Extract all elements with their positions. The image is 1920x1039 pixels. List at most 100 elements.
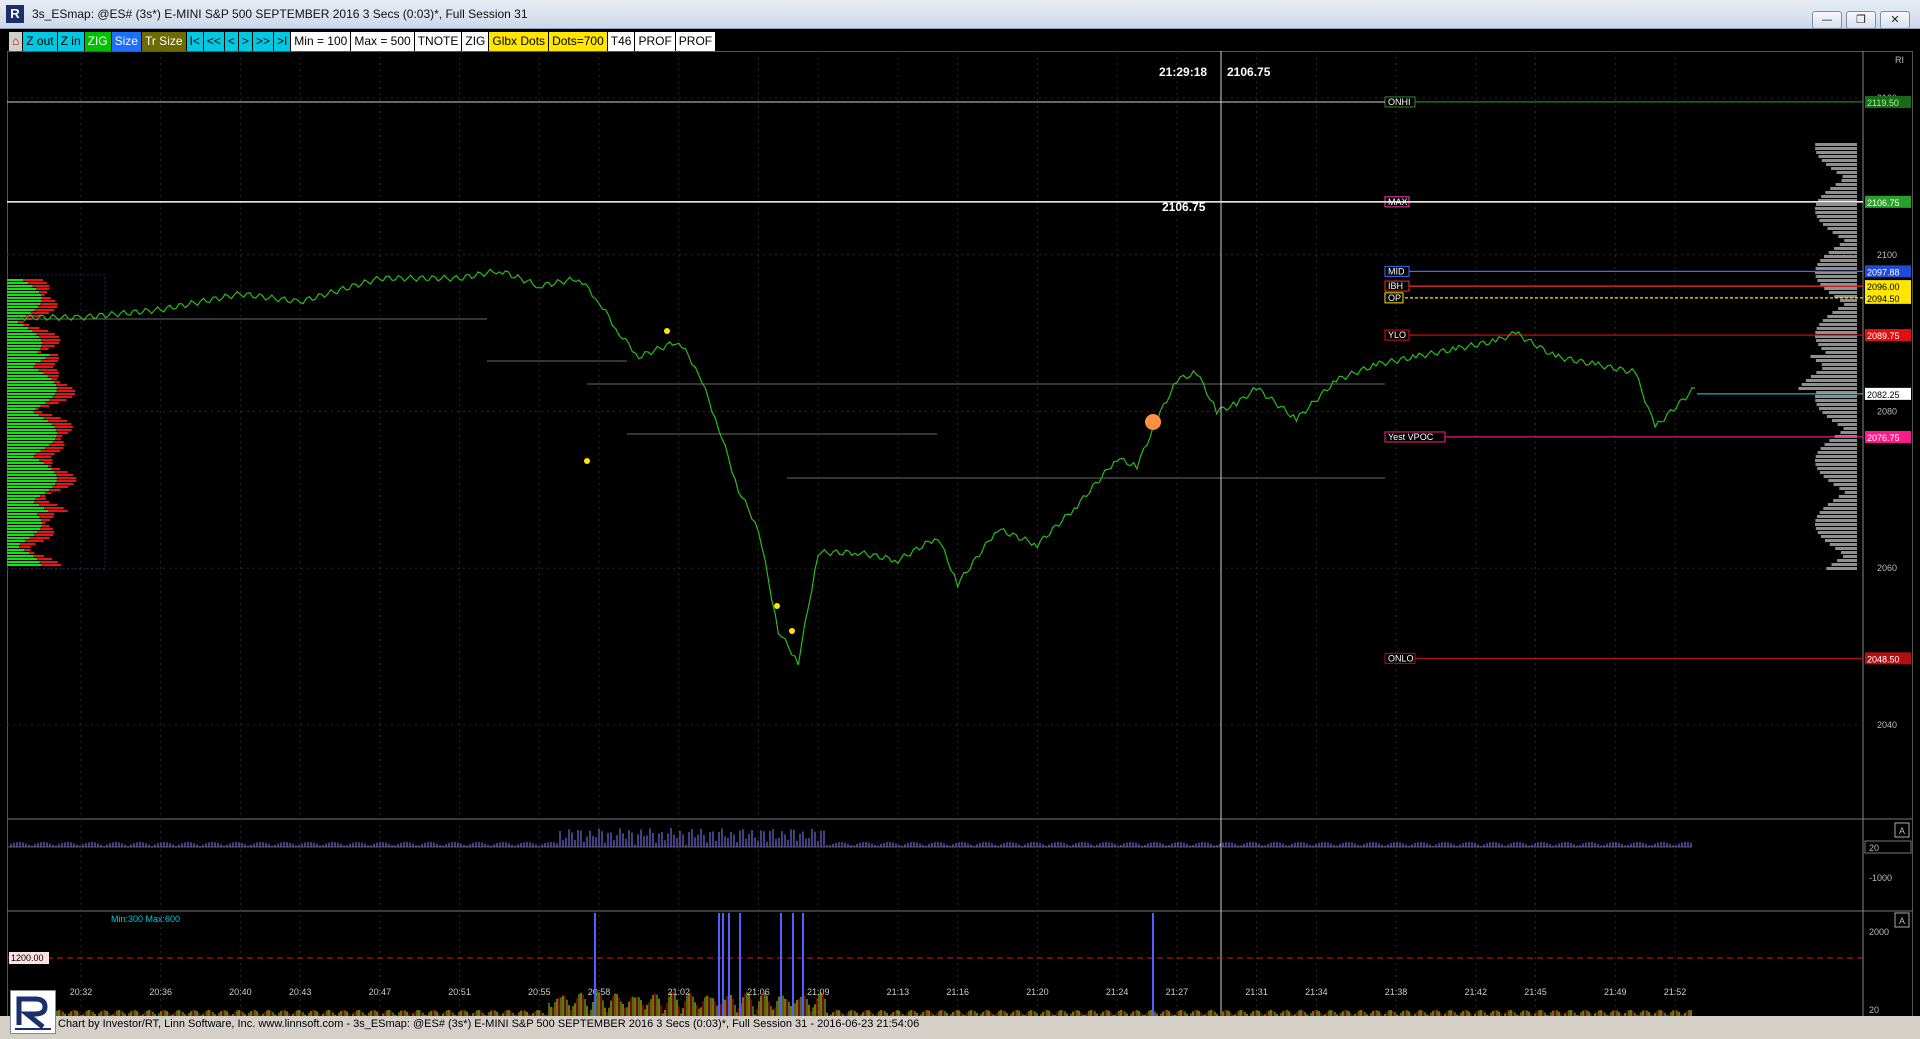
toolbar-button-17[interactable]: Dots=700 <box>549 32 607 51</box>
profile-bar-gray <box>1827 503 1857 506</box>
investor-rt-logo-icon <box>11 991 55 1033</box>
toolbar-button-5[interactable]: Tr Size <box>141 32 186 51</box>
chart-toolbar: ⌂ Z out Z in ZIG Size Tr Size I< << < > >> >I Min = … <box>9 32 716 51</box>
profile-bar-red <box>39 336 60 338</box>
profile-bar-gray <box>1825 191 1857 194</box>
profile-bar-green <box>7 555 34 557</box>
toolbar-button-6[interactable]: I< <box>186 32 203 51</box>
chart-area[interactable]: 20:32 20:36 20:40 20:43 20:47 20:51 20:55 20:58… <box>7 51 1913 1030</box>
profile-bar-red <box>49 444 65 446</box>
profile-bar-gray <box>1818 407 1857 410</box>
profile-bar-red <box>52 396 73 398</box>
profile-bar-red <box>43 462 53 464</box>
x-tick-label: 21:42 <box>1464 987 1487 997</box>
toolbar-button-1[interactable]: Z out <box>23 32 57 51</box>
profile-bar-green <box>7 456 34 458</box>
profile-bar-red <box>56 387 73 389</box>
toolbar-button-9[interactable]: > <box>238 32 252 51</box>
profile-bar-gray <box>1817 451 1857 454</box>
profile-bar-gray <box>1826 163 1857 166</box>
profile-bar-green <box>7 381 55 383</box>
window-titlebar[interactable]: R 3s_ESmap: @ES# (3s*) E-MINI S&P 500 SE… <box>0 0 1920 29</box>
profile-bar-red <box>30 312 49 314</box>
profile-bar-gray <box>1838 495 1857 498</box>
restore-button[interactable]: ❐ <box>1846 11 1876 29</box>
profile-bar-gray <box>1835 547 1857 550</box>
toolbar-button-7[interactable]: << <box>203 32 224 51</box>
toolbar-button-19[interactable]: PROF <box>635 32 675 51</box>
level-price-label: 2097.88 <box>1867 267 1900 277</box>
profile-bar-red <box>45 402 59 404</box>
vp1-scale-top: 20 <box>1869 843 1879 853</box>
profile-bar-gray <box>1815 143 1857 146</box>
profile-bar-gray <box>1841 551 1857 554</box>
profile-bar-red <box>44 507 64 509</box>
profile-bar-green <box>7 462 44 464</box>
profile-bar-gray <box>1844 239 1857 242</box>
profile-bar-green <box>7 360 41 362</box>
profile-bar-red <box>39 291 48 293</box>
profile-bar-green <box>7 432 57 434</box>
profile-bar-gray <box>1815 147 1857 150</box>
vp2-scale-top: 2000 <box>1869 927 1889 937</box>
profile-bar-green <box>7 372 44 374</box>
profile-bar-green <box>7 558 38 560</box>
toolbar-button-13[interactable]: Max = 500 <box>351 32 414 51</box>
profile-bar-gray <box>1815 455 1857 458</box>
toolbar-button-20[interactable]: PROF <box>675 32 716 51</box>
profile-bar-red <box>32 285 50 287</box>
profile-bar-gray <box>1822 411 1857 414</box>
profile-bar-red <box>41 345 55 347</box>
close-button[interactable]: ✕ <box>1880 11 1910 29</box>
x-tick-label: 21:09 <box>807 987 830 997</box>
toolbar-button-12[interactable]: Min = 100 <box>291 32 351 51</box>
profile-bar-red <box>33 366 54 368</box>
toolbar-button-0[interactable]: ⌂ <box>9 32 23 51</box>
vp1-marker: A <box>1899 826 1905 836</box>
profile-bar-gray <box>1838 307 1857 310</box>
x-tick-label: 21:49 <box>1604 987 1627 997</box>
volume-panel-delta <box>7 828 1692 848</box>
profile-bar-red <box>39 528 53 530</box>
profile-bar-red <box>41 564 62 566</box>
profile-bar-green <box>7 315 27 317</box>
profile-bar-red <box>44 492 52 494</box>
profile-bar-green <box>7 378 52 380</box>
profile-bar-gray <box>1822 367 1857 370</box>
profile-bar-red <box>40 405 50 407</box>
profile-bar-green <box>7 288 37 290</box>
profile-bar-green <box>7 528 40 530</box>
profile-bar-green <box>7 450 41 452</box>
toolbar-button-10[interactable]: >> <box>252 32 273 51</box>
profile-bar-red <box>34 309 55 311</box>
toolbar-button-18[interactable]: T46 <box>607 32 635 51</box>
profile-bar-green <box>7 342 42 344</box>
profile-bar-green <box>7 483 56 485</box>
profile-bar-green <box>7 480 57 482</box>
profile-bar-red <box>54 426 73 428</box>
profile-bar-green <box>7 291 40 293</box>
profile-bar-gray <box>1829 543 1857 546</box>
profile-bar-green <box>7 390 57 392</box>
profile-bar-red <box>32 330 49 332</box>
minimize-button[interactable]: — <box>1812 11 1842 29</box>
toolbar-button-8[interactable]: < <box>224 32 238 51</box>
profile-bar-green <box>7 324 24 326</box>
profile-bar-green <box>7 384 57 386</box>
toolbar-button-16[interactable]: Glbx Dots <box>489 32 549 51</box>
profile-bar-green <box>7 447 46 449</box>
level-tag-label: OP <box>1388 293 1401 303</box>
profile-bar-red <box>51 378 58 380</box>
profile-bar-gray <box>1833 499 1857 502</box>
level-price-label: 2048.50 <box>1867 654 1900 664</box>
toolbar-button-4[interactable]: Size <box>111 32 141 51</box>
toolbar-button-15[interactable]: ZIG <box>462 32 489 51</box>
profile-bar-red <box>56 429 72 431</box>
toolbar-button-14[interactable]: TNOTE <box>414 32 462 51</box>
toolbar-button-2[interactable]: Z in <box>57 32 84 51</box>
toolbar-button-11[interactable]: >I <box>273 32 291 51</box>
profile-bar-red <box>23 324 30 326</box>
profile-bar-green <box>7 426 55 428</box>
toolbar-button-3[interactable]: ZIG <box>84 32 111 51</box>
profile-bar-gray <box>1842 175 1857 178</box>
